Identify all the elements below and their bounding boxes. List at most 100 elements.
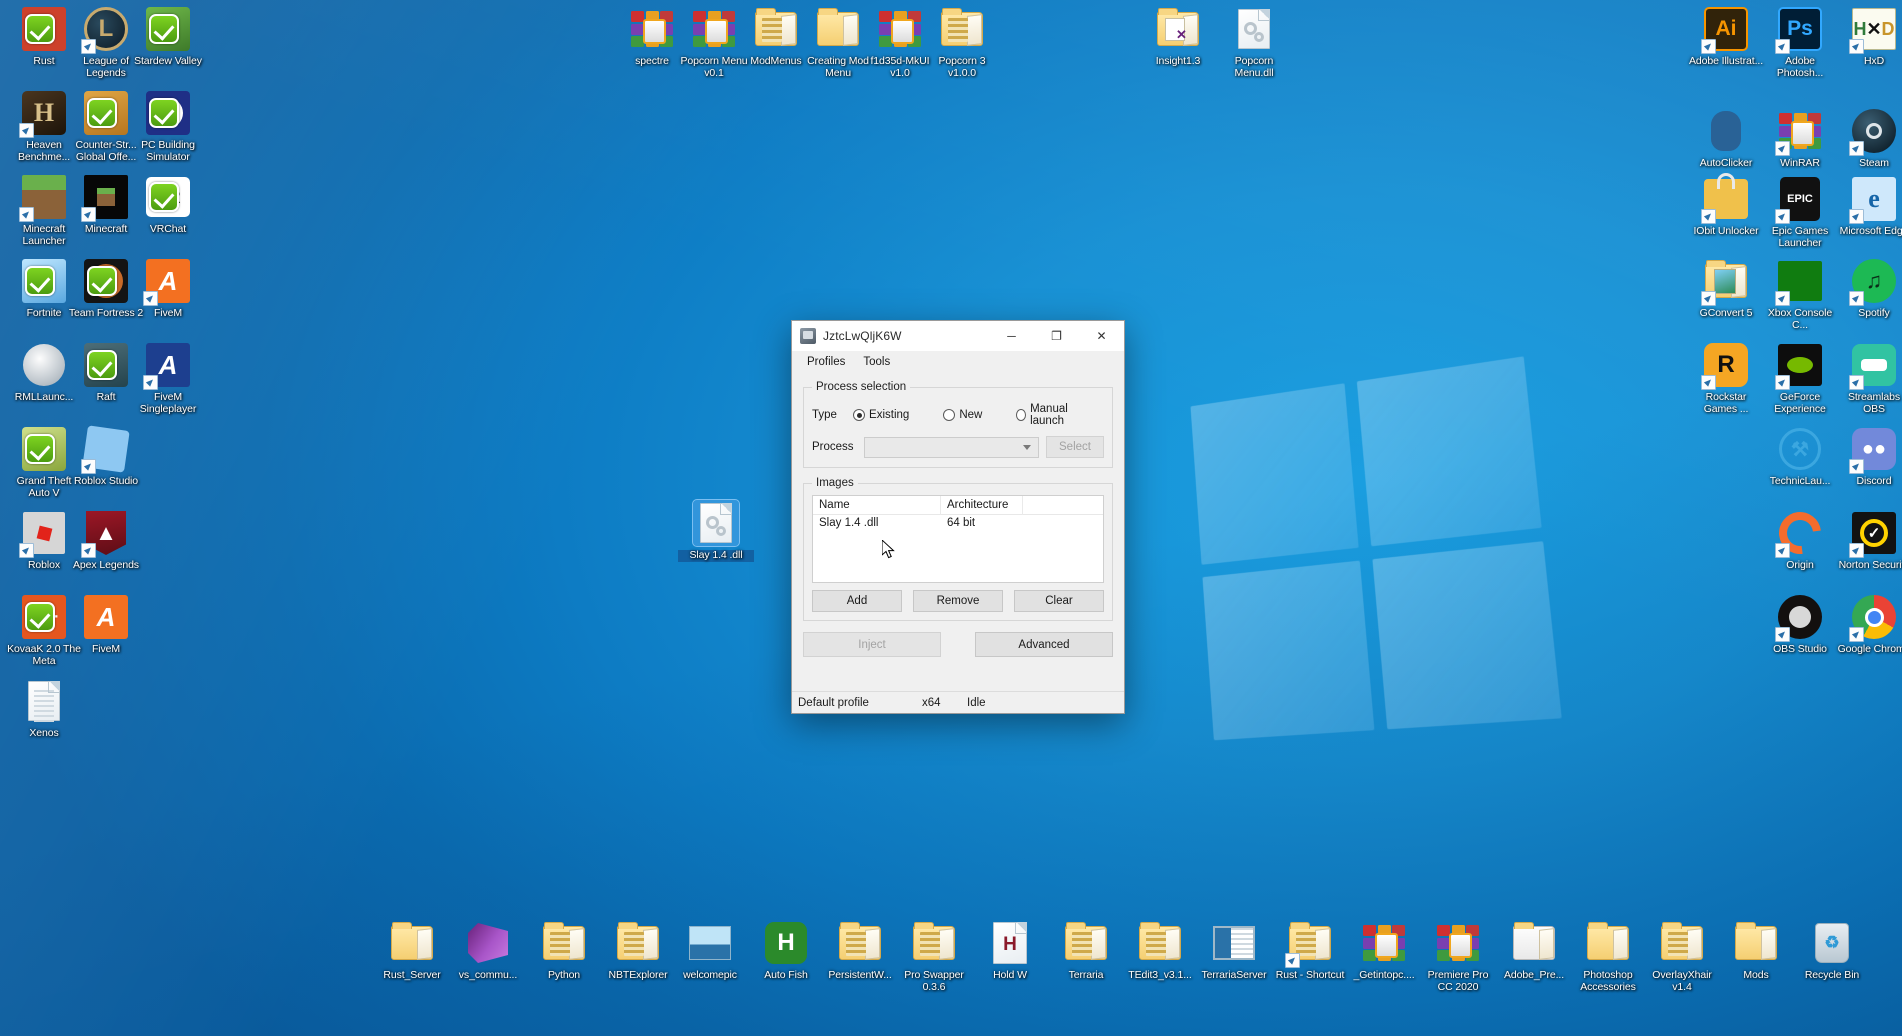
hold-w-icon[interactable]: H Hold W <box>972 920 1048 982</box>
column-header-name[interactable]: Name <box>813 496 941 515</box>
shortcut-arrow-icon <box>81 459 96 474</box>
roblox-studio-icon[interactable]: Roblox Studio <box>68 425 144 488</box>
autoclicker-icon[interactable]: AutoClicker <box>1688 108 1764 170</box>
origin-icon[interactable]: Origin <box>1762 503 1838 572</box>
vrchat-icon[interactable]: VRVRChat <box>130 174 206 236</box>
process-label: Process <box>812 441 854 453</box>
tedit3-folder-icon[interactable]: TEdit3_v3.1... <box>1122 920 1198 982</box>
insight-folder-icon[interactable]: ✕ Insight1.3 <box>1140 6 1216 68</box>
fivem-singleplayer-icon[interactable]: A FiveM Singleplayer <box>130 342 206 415</box>
fivem-icon[interactable]: A FiveM <box>130 258 206 320</box>
vs-community-icon[interactable]: vs_commu... <box>450 920 526 982</box>
google-chrome-icon[interactable]: Google Chrome <box>1836 594 1902 656</box>
popcorn-menu-dll-icon[interactable]: Popcorn Menu.dll <box>1216 6 1292 79</box>
norton-security-icon[interactable]: ✓Norton Security <box>1836 510 1902 572</box>
rust-server-folder-icon[interactable]: Rust_Server <box>374 920 450 982</box>
spotify-icon[interactable]: ♫ Spotify <box>1836 258 1902 320</box>
archive-icon <box>1363 925 1405 961</box>
popcorn-3-folder-icon[interactable]: Popcorn 3 v1.0.0 <box>924 6 1000 79</box>
desktop-icon-label: Rust - Shortcut <box>1275 969 1345 981</box>
auto-fish-icon[interactable]: H Auto Fish <box>748 920 824 982</box>
maximize-button[interactable]: ❐ <box>1034 321 1079 351</box>
adobe-premiere-folder-icon[interactable]: Adobe_Pre... <box>1496 920 1572 982</box>
select-button[interactable]: Select <box>1046 436 1104 458</box>
injector-window[interactable]: JztcLwQljK6W ─ ❐ ✕ Profiles Tools Proces… <box>791 320 1125 714</box>
rockstar-games-icon[interactable]: R Rockstar Games ... <box>1688 342 1764 415</box>
clear-button[interactable]: Clear <box>1014 590 1104 612</box>
images-group: Images Name Architecture Slay 1.4 .dll 6… <box>803 477 1113 621</box>
table-row[interactable]: Slay 1.4 .dll 64 bit <box>813 515 1103 529</box>
adobe-photoshop-icon[interactable]: Ps Adobe Photosh... <box>1762 6 1838 79</box>
overlay-xhair-folder-icon[interactable]: OverlayXhair v1.4 <box>1644 920 1720 993</box>
hxd-icon[interactable]: H ✕ D HxD <box>1836 6 1902 68</box>
document-icon <box>28 681 60 722</box>
document-icon: H <box>993 922 1027 964</box>
menu-tools[interactable]: Tools <box>854 354 899 370</box>
rust-shortcut-folder-icon[interactable]: Rust - Shortcut <box>1272 920 1348 982</box>
advanced-button[interactable]: Advanced <box>975 632 1113 657</box>
fivem-icon-2[interactable]: A FiveM <box>68 594 144 656</box>
streamlabs-obs-icon[interactable]: Streamlabs OBS <box>1836 342 1902 415</box>
photoshop-accessories-folder-icon[interactable]: Photoshop Accessories <box>1570 920 1646 993</box>
pro-swapper-folder-icon[interactable]: Pro Swapper 0.3.6 <box>896 920 972 993</box>
images-listview[interactable]: Name Architecture Slay 1.4 .dll 64 bit <box>812 495 1104 583</box>
radio-existing[interactable]: Existing <box>853 409 909 421</box>
desktop[interactable]: Rust L League of Legends Stardew Valley H Hea… <box>0 0 1902 1036</box>
terraria-folder-icon[interactable]: Terraria <box>1048 920 1124 982</box>
close-button[interactable]: ✕ <box>1079 321 1124 351</box>
stardew-valley-icon[interactable]: Stardew Valley <box>130 6 206 68</box>
status-state: Idle <box>967 696 986 709</box>
folder-icon <box>755 8 797 46</box>
radio-manual-launch[interactable]: Manual launch <box>1016 403 1088 427</box>
minimize-button[interactable]: ─ <box>989 321 1034 351</box>
slay-dll-icon[interactable]: Slay 1.4 .dll <box>678 499 754 562</box>
recycle-bin-icon[interactable]: ♻ Recycle Bin <box>1794 920 1870 982</box>
inject-button[interactable]: Inject <box>803 632 941 657</box>
discord-icon[interactable]: ●● Discord <box>1836 426 1902 488</box>
gconvert-icon[interactable]: GConvert 5 <box>1688 258 1764 320</box>
xbox-console-companion-icon[interactable]: Xbox Console C... <box>1762 258 1838 331</box>
shortcut-arrow-icon <box>19 123 34 138</box>
obs-studio-icon[interactable]: OBS Studio <box>1762 594 1838 656</box>
window-menubar[interactable]: Profiles Tools <box>792 351 1124 373</box>
shortcut-arrow-icon <box>143 291 158 306</box>
desktop-icon-label: TerrariaServer <box>1201 969 1267 981</box>
radio-new[interactable]: New <box>943 409 982 421</box>
column-header-architecture[interactable]: Architecture <box>941 496 1023 515</box>
winrar-icon[interactable]: WinRAR <box>1762 108 1838 170</box>
technic-launcher-icon[interactable]: ⚒ TechnicLau... <box>1762 426 1838 488</box>
iobit-unlocker-icon[interactable]: IObit Unlocker <box>1688 173 1764 238</box>
persistentw-folder-icon[interactable]: PersistentW... <box>822 920 898 982</box>
remove-button[interactable]: Remove <box>913 590 1003 612</box>
shortcut-arrow-icon <box>81 39 96 54</box>
steam-icon[interactable]: Steam <box>1836 108 1902 170</box>
process-row: Process Select <box>812 436 1104 458</box>
python-folder-icon[interactable]: Python <box>526 920 602 982</box>
dll-file-icon <box>700 503 732 543</box>
shortcut-arrow-icon <box>1849 543 1864 558</box>
desktop-icon-label: TEdit3_v3.1... <box>1128 969 1192 981</box>
shortcut-arrow-icon <box>19 207 34 222</box>
pc-building-simulator-icon[interactable]: PC Building Simulator <box>130 90 206 163</box>
shortcut-arrow-icon <box>1849 459 1864 474</box>
process-combobox[interactable] <box>864 436 1039 458</box>
apex-legends-icon[interactable]: ▲ Apex Legends <box>68 510 144 572</box>
getintopc-rar-icon[interactable]: _Getintopc.... <box>1346 920 1422 982</box>
xenos-icon[interactable]: Xenos <box>6 678 82 740</box>
microsoft-edge-icon[interactable]: e Microsoft Edge <box>1836 176 1902 238</box>
window-titlebar[interactable]: JztcLwQljK6W ─ ❐ ✕ <box>792 321 1124 351</box>
adobe-illustrator-icon[interactable]: Ai Adobe Illustrat... <box>1688 6 1764 68</box>
desktop-icon-label: Rust_Server <box>383 969 441 981</box>
geforce-experience-icon[interactable]: GeForce Experience <box>1762 342 1838 415</box>
shortcut-arrow-icon <box>1849 141 1864 156</box>
add-button[interactable]: Add <box>812 590 902 612</box>
premiere-pro-rar-icon[interactable]: Premiere Pro CC 2020 <box>1420 920 1496 993</box>
epic-games-launcher-icon[interactable]: EPIC Epic Games Launcher <box>1762 176 1838 249</box>
steam-check-badge <box>149 182 179 212</box>
terraria-server-icon[interactable]: TerrariaServer <box>1196 920 1272 982</box>
action-button-row: Inject Advanced <box>792 632 1124 657</box>
mods-folder-icon[interactable]: Mods <box>1718 920 1794 982</box>
nbtexplorer-folder-icon[interactable]: NBTExplorer <box>600 920 676 982</box>
menu-profiles[interactable]: Profiles <box>798 354 854 370</box>
welcomepic-icon[interactable]: welcomepic <box>672 920 748 982</box>
